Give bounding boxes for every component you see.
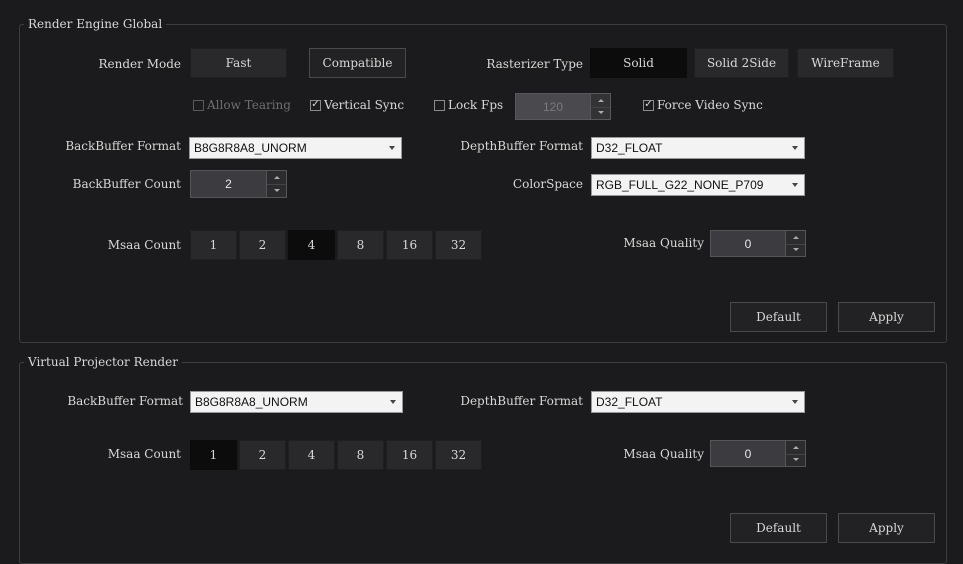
force-video-sync-label: Force Video Sync xyxy=(657,98,763,112)
backbuffer-count-label: BackBuffer Count xyxy=(72,177,181,191)
projector-depthbuffer-format-label: DepthBuffer Format xyxy=(460,394,583,408)
global-default-button[interactable]: Default xyxy=(730,302,827,332)
arrow-up-icon[interactable] xyxy=(786,231,805,245)
lock-fps-label: Lock Fps xyxy=(448,98,504,112)
arrow-up-icon[interactable] xyxy=(267,171,286,185)
msaa-count-option-1[interactable]: 1 xyxy=(190,230,237,260)
projector-msaa-count-option-8[interactable]: 8 xyxy=(337,440,384,470)
projector-depthbuffer-format-value: D32_FLOAT xyxy=(596,395,663,409)
depthbuffer-format-select[interactable]: D32_FLOAT xyxy=(591,137,805,159)
projector-msaa-quality-value: 0 xyxy=(744,446,752,461)
arrow-down-icon[interactable] xyxy=(267,184,286,197)
lock-fps-spinbox[interactable]: 120 xyxy=(515,93,611,120)
projector-backbuffer-format-value: B8G8R8A8_UNORM xyxy=(195,395,308,409)
msaa-count-option-8[interactable]: 8 xyxy=(337,230,384,260)
allow-tearing-label: Allow Tearing xyxy=(207,98,291,112)
msaa-count-option-16[interactable]: 16 xyxy=(386,230,433,260)
arrow-down-icon[interactable] xyxy=(786,454,805,467)
chevron-down-icon xyxy=(792,183,798,187)
checkbox-icon xyxy=(193,99,204,111)
chevron-down-icon xyxy=(792,146,798,150)
projector-msaa-count-option-16[interactable]: 16 xyxy=(386,440,433,470)
rasterizer-wireframe-button[interactable]: WireFrame xyxy=(797,48,894,78)
msaa-count-option-32[interactable]: 32 xyxy=(435,230,482,260)
msaa-count-segmented: 1 2 4 8 16 32 xyxy=(190,230,484,260)
projector-msaa-quality-label: Msaa Quality xyxy=(623,447,704,461)
projector-backbuffer-format-select[interactable]: B8G8R8A8_UNORM xyxy=(190,391,403,413)
chevron-down-icon xyxy=(390,400,396,404)
lock-fps-checkbox[interactable]: Lock Fps xyxy=(434,98,503,112)
checkmark-icon: ✓ xyxy=(643,99,654,111)
render-mode-label: Render Mode xyxy=(98,57,182,71)
colorspace-value: RGB_FULL_G22_NONE_P709 xyxy=(596,178,764,192)
backbuffer-format-value: B8G8R8A8_UNORM xyxy=(194,141,307,155)
allow-tearing-checkbox[interactable]: Allow Tearing xyxy=(193,98,291,112)
colorspace-select[interactable]: RGB_FULL_G22_NONE_P709 xyxy=(591,174,805,196)
colorspace-label: ColorSpace xyxy=(512,177,583,191)
render-mode-compatible-button[interactable]: Compatible xyxy=(309,48,406,78)
render-engine-global-title: Render Engine Global xyxy=(24,17,167,31)
msaa-quality-label: Msaa Quality xyxy=(623,236,704,250)
vertical-sync-label: Vertical Sync xyxy=(324,98,405,112)
msaa-quality-spinbox[interactable]: 0 xyxy=(710,230,806,257)
arrow-up-icon[interactable] xyxy=(591,94,610,108)
depthbuffer-format-label: DepthBuffer Format xyxy=(460,139,583,153)
virtual-projector-render-title: Virtual Projector Render xyxy=(24,355,182,369)
global-apply-button[interactable]: Apply xyxy=(838,302,935,332)
vertical-sync-checkbox[interactable]: ✓ Vertical Sync xyxy=(310,98,404,112)
projector-apply-button[interactable]: Apply xyxy=(838,513,935,543)
projector-msaa-count-option-2[interactable]: 2 xyxy=(239,440,286,470)
projector-depthbuffer-format-select[interactable]: D32_FLOAT xyxy=(591,391,805,413)
msaa-count-option-4[interactable]: 4 xyxy=(288,230,335,260)
backbuffer-format-select[interactable]: B8G8R8A8_UNORM xyxy=(189,137,402,159)
arrow-up-icon[interactable] xyxy=(786,441,805,455)
projector-msaa-count-option-32[interactable]: 32 xyxy=(435,440,482,470)
lock-fps-value: 120 xyxy=(542,99,564,114)
msaa-quality-value: 0 xyxy=(744,236,752,251)
chevron-down-icon xyxy=(792,400,798,404)
render-mode-fast-button[interactable]: Fast xyxy=(190,48,287,78)
projector-msaa-count-segmented: 1 2 4 8 16 32 xyxy=(190,440,484,470)
projector-msaa-count-option-4[interactable]: 4 xyxy=(288,440,335,470)
arrow-down-icon[interactable] xyxy=(786,244,805,257)
projector-msaa-quality-spinbox[interactable]: 0 xyxy=(710,440,806,467)
rasterizer-type-label: Rasterizer Type xyxy=(486,57,583,71)
projector-msaa-count-option-1[interactable]: 1 xyxy=(190,440,237,470)
projector-msaa-count-label: Msaa Count xyxy=(107,447,181,461)
projector-backbuffer-format-label: BackBuffer Format xyxy=(67,394,183,408)
rasterizer-solid-2side-button[interactable]: Solid 2Side xyxy=(694,48,789,78)
backbuffer-count-spinbox[interactable]: 2 xyxy=(190,170,287,198)
msaa-count-option-2[interactable]: 2 xyxy=(239,230,286,260)
checkmark-icon: ✓ xyxy=(310,99,321,111)
backbuffer-format-label: BackBuffer Format xyxy=(65,139,181,153)
chevron-down-icon xyxy=(389,146,395,150)
rasterizer-solid-button[interactable]: Solid xyxy=(590,48,687,78)
checkbox-icon xyxy=(434,99,445,111)
projector-default-button[interactable]: Default xyxy=(730,513,827,543)
force-video-sync-checkbox[interactable]: ✓ Force Video Sync xyxy=(643,98,763,112)
arrow-down-icon[interactable] xyxy=(591,107,610,120)
depthbuffer-format-value: D32_FLOAT xyxy=(596,141,663,155)
msaa-count-label: Msaa Count xyxy=(107,238,181,252)
backbuffer-count-value: 2 xyxy=(225,177,232,191)
